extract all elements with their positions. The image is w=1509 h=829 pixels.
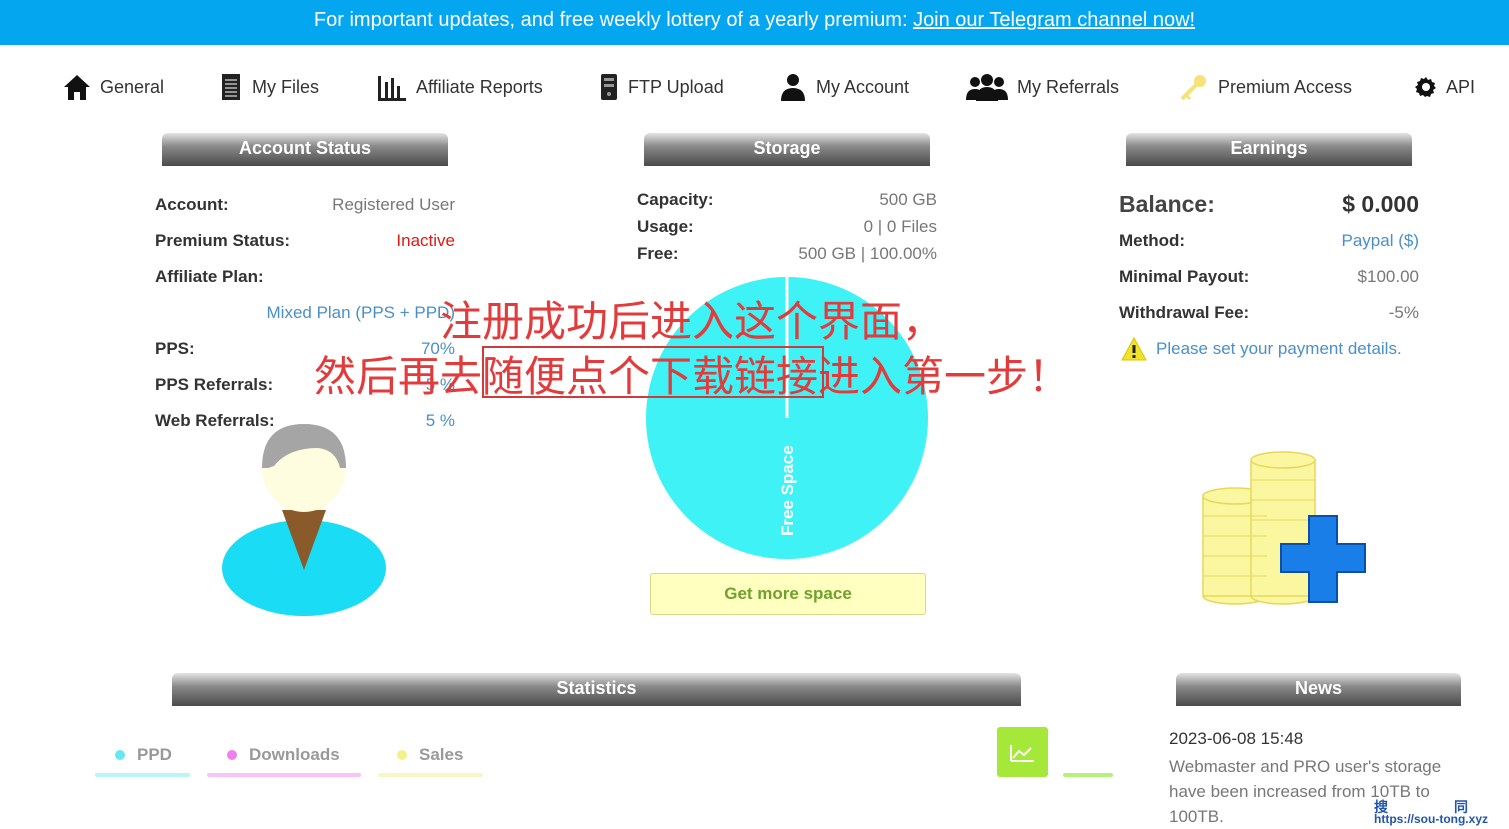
web-referrals-value: 5 % — [425, 411, 455, 430]
nav-label: Premium Access — [1218, 76, 1353, 97]
nav-my-files[interactable]: My Files — [220, 66, 319, 108]
premium-status-value: Inactive — [396, 231, 455, 250]
news-date: 2023-06-08 15:48 — [1169, 729, 1304, 748]
withdrawal-fee-row: Withdrawal Fee: -5% — [1119, 303, 1419, 323]
user-avatar-illustration — [222, 424, 386, 616]
nav-api[interactable]: API — [1414, 66, 1475, 108]
gear-icon — [1415, 77, 1436, 97]
nav-label: General — [100, 76, 165, 97]
server-icon — [601, 74, 617, 100]
nav-label: FTP Upload — [628, 76, 724, 97]
news-header: News — [1176, 673, 1461, 706]
legend-dot — [227, 750, 237, 760]
usage-label: Usage: — [637, 217, 694, 236]
bar-chart-icon — [378, 76, 406, 101]
coins-plus-illustration — [1202, 451, 1366, 605]
withdrawal-fee-value: -5% — [1388, 303, 1419, 322]
capacity-value: 500 GB — [879, 190, 937, 209]
telegram-link[interactable]: Join our Telegram channel now! — [913, 9, 1195, 31]
table-toggle-underline[interactable] — [1063, 773, 1113, 777]
earnings-header: Earnings — [1126, 133, 1412, 166]
minimal-payout-label: Minimal Payout: — [1119, 267, 1250, 286]
nav-premium-access[interactable]: Premium Access — [1178, 66, 1352, 108]
payment-warning: Please set your payment details. — [1121, 337, 1402, 361]
capacity-row: Capacity: 500 GB — [637, 190, 937, 210]
free-label: Free: — [637, 244, 679, 263]
affiliate-plan-row: Affiliate Plan: — [155, 267, 455, 287]
premium-status-row: Premium Status: Inactive — [155, 231, 455, 251]
balance-label: Balance: — [1119, 191, 1215, 217]
nav-label: My Referrals — [1017, 76, 1120, 97]
payment-warning-link[interactable]: Please set your payment details. — [1156, 339, 1402, 359]
announcement-banner: For important updates, and free weekly l… — [0, 0, 1509, 45]
capacity-label: Capacity: — [637, 190, 714, 209]
storage-header: Storage — [644, 133, 930, 166]
account-row: Account: Registered User — [155, 195, 455, 215]
legend-label: Downloads — [249, 745, 340, 764]
usage-value: 0 | 0 Files — [863, 217, 937, 236]
chart-toggle-button[interactable] — [997, 727, 1048, 777]
legend-label: Sales — [419, 745, 464, 764]
affiliate-plan-value-row: Mixed Plan (PPS + PPD) — [155, 303, 456, 323]
affiliate-plan-label: Affiliate Plan: — [155, 267, 264, 286]
legend-underline — [207, 773, 361, 777]
nav-affiliate-reports[interactable]: Affiliate Reports — [376, 66, 543, 108]
get-more-space-button[interactable]: Get more space — [650, 573, 926, 615]
legend-underline — [378, 773, 483, 777]
area-chart-icon — [1010, 745, 1034, 762]
files-icon — [222, 74, 240, 100]
banner-text: For important updates, and free weekly l… — [313, 9, 914, 31]
users-icon — [966, 74, 1008, 101]
account-value: Registered User — [332, 195, 455, 214]
free-row: Free: 500 GB | 100.00% — [637, 244, 937, 264]
legend-underline — [95, 773, 190, 777]
nav-my-referrals[interactable]: My Referrals — [965, 66, 1119, 108]
pps-referrals-label: PPS Referrals: — [155, 375, 274, 394]
nav-general[interactable]: General — [62, 66, 164, 108]
nav-ftp-upload[interactable]: FTP Upload — [598, 66, 724, 108]
free-value: 500 GB | 100.00% — [798, 244, 937, 263]
account-label: Account: — [155, 195, 229, 214]
minimal-payout-value: $100.00 — [1357, 267, 1419, 286]
minimal-payout-row: Minimal Payout: $100.00 — [1119, 267, 1419, 287]
key-icon — [1180, 75, 1206, 101]
warning-icon — [1121, 337, 1147, 361]
user-icon — [781, 74, 805, 101]
method-label: Method: — [1119, 231, 1186, 250]
nav-label: Affiliate Reports — [416, 76, 543, 97]
legend-ppd[interactable]: PPD — [115, 735, 172, 775]
legend-downloads[interactable]: Downloads — [227, 735, 340, 775]
balance-row: Balance: $ 0.000 — [1119, 191, 1419, 218]
nav-label: My Files — [252, 76, 319, 97]
nav-label: API — [1446, 76, 1476, 97]
affiliate-plan-value[interactable]: Mixed Plan (PPS + PPD) — [267, 303, 456, 323]
method-row: Method: Paypal ($) — [1119, 231, 1419, 251]
premium-status-label: Premium Status: — [155, 231, 291, 250]
account-status-header: Account Status — [162, 133, 448, 166]
home-icon — [64, 75, 90, 100]
watermark-url: https://sou-tong.xyz — [1374, 812, 1488, 826]
method-value[interactable]: Paypal ($) — [1342, 231, 1419, 251]
legend-label: PPD — [137, 745, 172, 764]
nav-label: My Account — [816, 76, 910, 97]
legend-dot — [115, 750, 125, 760]
pie-label: Free Space — [778, 445, 797, 536]
overlay-annotation-line1: 注册成功后进入这个界面， — [440, 297, 945, 346]
usage-row: Usage: 0 | 0 Files — [637, 217, 937, 237]
legend-dot — [397, 750, 407, 760]
main-nav: General My Files Affiliate Reports FTP U… — [0, 66, 1509, 108]
annotation-highlight-box — [482, 346, 824, 398]
nav-my-account[interactable]: My Account — [778, 66, 909, 108]
legend-sales[interactable]: Sales — [397, 735, 463, 775]
statistics-header: Statistics — [172, 673, 1021, 706]
pps-label: PPS: — [155, 339, 195, 358]
withdrawal-fee-label: Withdrawal Fee: — [1119, 303, 1250, 322]
balance-value: $ 0.000 — [1342, 191, 1419, 217]
